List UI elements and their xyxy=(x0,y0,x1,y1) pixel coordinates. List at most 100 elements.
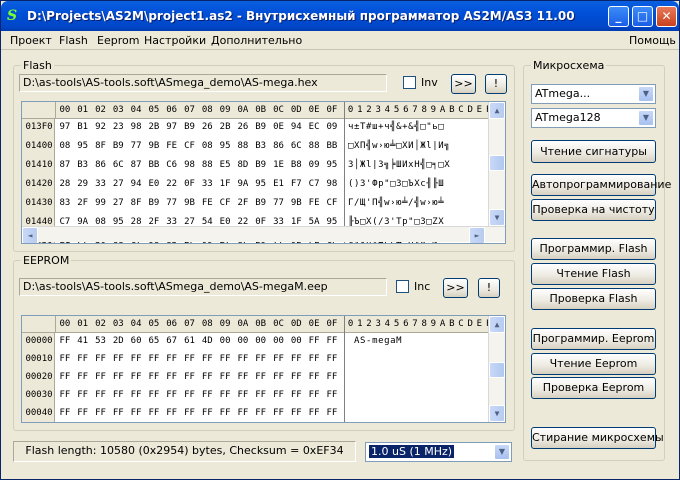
hex-byte[interactable]: FF xyxy=(56,372,74,382)
program-flash-button[interactable]: Программир. Flash xyxy=(531,238,656,260)
hex-byte[interactable]: B3 xyxy=(74,160,92,170)
hex-byte[interactable]: E5 xyxy=(216,160,234,170)
hex-byte[interactable]: FF xyxy=(92,408,110,418)
hex-byte[interactable]: B1 xyxy=(74,122,92,132)
scroll-down-icon[interactable]: ▼ xyxy=(489,405,505,422)
flash-hex-grid[interactable]: 00 01 02 03 04 05 06 07 08 09 0A 0B 0C 0D 0E 0F 0 1 2 3 4 5 6 7… xyxy=(21,101,506,244)
hex-byte[interactable]: FF xyxy=(198,354,216,364)
ascii-text[interactable]: Г/Щ'П╣w›ю╧/╣w›ю╧ xyxy=(348,198,444,208)
hex-byte[interactable]: 09 xyxy=(305,160,323,170)
scroll-up-icon[interactable]: ▲ xyxy=(489,316,505,333)
hex-byte[interactable]: 1F xyxy=(216,179,234,189)
hex-byte[interactable]: FF xyxy=(323,390,341,400)
hex-byte[interactable]: 2D xyxy=(109,336,127,346)
hex-byte[interactable]: 09 xyxy=(323,122,341,132)
table-row[interactable]: 01410 87 B3 86 6C 87 BB C6 98 88 E5 8D B9 1E B8 09 95 З│Ж… xyxy=(22,157,488,176)
hex-byte[interactable]: FF xyxy=(74,372,92,382)
table-row[interactable]: 01420 28 29 33 27 94 E0 22 0F 33 1F 9A 95 E1 F7 C7 98 ()3… xyxy=(22,176,488,195)
hex-byte[interactable]: FF xyxy=(163,408,181,418)
hex-byte[interactable]: FF xyxy=(287,372,305,382)
hex-byte[interactable]: 41 xyxy=(74,336,92,346)
read-eeprom-button[interactable]: Чтение Eeprom xyxy=(531,353,656,375)
hex-byte[interactable]: FE xyxy=(198,198,216,208)
hex-byte[interactable]: FF xyxy=(216,408,234,418)
hex-byte[interactable]: 00 xyxy=(287,336,305,346)
flash-excl-button[interactable]: ! xyxy=(485,74,507,94)
hex-byte[interactable]: FF xyxy=(181,390,199,400)
inc-checkbox[interactable] xyxy=(396,280,409,293)
table-row[interactable]: 00030 FF FF FF FF FF FF FF FF FF FF FF FF FF FF FF FF xyxy=(22,387,488,406)
hex-byte[interactable]: FF xyxy=(92,390,110,400)
erase-chip-button[interactable]: Стирание микросхемы xyxy=(531,427,664,449)
hex-byte[interactable]: FF xyxy=(56,336,74,346)
hex-byte[interactable]: 28 xyxy=(56,179,74,189)
scroll-thumb[interactable] xyxy=(489,362,505,378)
vertical-scrollbar[interactable]: ▲ ▼ xyxy=(488,102,505,226)
eeprom-forward-button[interactable]: >> xyxy=(443,278,468,298)
hex-byte[interactable]: BB xyxy=(145,160,163,170)
hex-byte[interactable]: FF xyxy=(234,390,252,400)
hex-byte[interactable]: FF xyxy=(234,408,252,418)
hex-byte[interactable]: CF xyxy=(323,198,341,208)
hex-byte[interactable]: FF xyxy=(56,408,74,418)
hex-byte[interactable]: 95 xyxy=(323,160,341,170)
hex-byte[interactable]: FF xyxy=(323,336,341,346)
eeprom-excl-button[interactable]: ! xyxy=(478,278,500,298)
hex-byte[interactable]: CF xyxy=(181,141,199,151)
chevron-down-icon[interactable]: ▼ xyxy=(494,444,510,460)
menu-flash[interactable]: Flash xyxy=(59,34,88,47)
menu-help[interactable]: Помощь xyxy=(629,34,676,47)
hex-byte[interactable]: FF xyxy=(145,372,163,382)
close-button[interactable]: ✕ xyxy=(656,6,677,27)
menu-settings[interactable]: Настройки xyxy=(144,34,206,47)
hex-byte[interactable]: FF xyxy=(252,390,270,400)
hex-byte[interactable]: 00 xyxy=(234,336,252,346)
hex-byte[interactable]: 2B xyxy=(216,122,234,132)
hex-byte[interactable]: 9B xyxy=(181,198,199,208)
hex-byte[interactable]: B9 xyxy=(252,122,270,132)
menu-project[interactable]: Проект xyxy=(10,34,52,47)
read-signature-button[interactable]: Чтение сигнатуры xyxy=(531,140,656,163)
hex-byte[interactable]: FF xyxy=(305,336,323,346)
hex-byte[interactable]: B9 xyxy=(252,160,270,170)
hex-byte[interactable]: B9 xyxy=(145,198,163,208)
vertical-scrollbar[interactable]: ▲ ▼ xyxy=(488,316,505,422)
hex-byte[interactable]: 65 xyxy=(145,336,163,346)
menu-advanced[interactable]: Дополнительно xyxy=(211,34,302,47)
hex-byte[interactable]: 6C xyxy=(287,141,305,151)
table-row[interactable]: 01400 08 95 8F B9 77 9B FE CF 08 95 88 B3 86 6C 88 BB □ХП… xyxy=(22,138,488,157)
hex-byte[interactable]: FF xyxy=(145,354,163,364)
hex-byte[interactable]: 00 xyxy=(270,336,288,346)
hex-byte[interactable]: 88 xyxy=(234,141,252,151)
hex-byte[interactable]: 87 xyxy=(127,160,145,170)
blank-check-button[interactable]: Проверка на чистоту xyxy=(531,199,656,221)
hex-byte[interactable]: FF xyxy=(305,354,323,364)
flash-path-field[interactable]: D:\as-tools\AS-tools.soft\ASmega_demo\AS… xyxy=(19,74,387,92)
hex-byte[interactable]: 33 xyxy=(92,179,110,189)
hex-byte[interactable]: FF xyxy=(287,408,305,418)
read-flash-button[interactable]: Чтение Flash xyxy=(531,263,656,285)
table-row[interactable]: 00000 FF 41 53 2D 60 65 67 61 4D 00 00 00 00 00 FF FF AS… xyxy=(22,333,488,352)
chip-family-select[interactable]: ATmega... ▼ xyxy=(531,84,656,104)
hex-byte[interactable]: 2F xyxy=(234,198,252,208)
hex-byte[interactable]: FF xyxy=(270,390,288,400)
hex-byte[interactable]: FF xyxy=(287,354,305,364)
hex-byte[interactable]: FF xyxy=(92,354,110,364)
ascii-text[interactable]: ()3'Фр"□3□ЪХс╢╟Ш xyxy=(348,179,444,189)
hex-byte[interactable]: 9B xyxy=(287,198,305,208)
hex-byte[interactable]: 2B xyxy=(145,122,163,132)
hex-byte[interactable]: B9 xyxy=(181,122,199,132)
hex-byte[interactable]: 98 xyxy=(323,179,341,189)
hex-byte[interactable]: FF xyxy=(109,408,127,418)
eeprom-hex-grid[interactable]: 00 01 02 03 04 05 06 07 08 09 0A 0B 0C 0D 0E 0F 0 1 2 3 4 5 6 7… xyxy=(21,315,506,423)
hex-byte[interactable]: FF xyxy=(252,408,270,418)
flash-forward-button[interactable]: >> xyxy=(451,74,476,94)
hex-byte[interactable]: F7 xyxy=(287,179,305,189)
scroll-left-icon[interactable]: ◄ xyxy=(22,227,38,243)
hex-byte[interactable]: 86 xyxy=(92,160,110,170)
scroll-up-icon[interactable]: ▲ xyxy=(489,102,505,119)
table-row[interactable]: 013F0 97 B1 92 23 98 2B 97 B9 26 2B 26 B9 0E 94 EC 09 ч±T… xyxy=(22,119,488,138)
hex-byte[interactable]: 87 xyxy=(56,160,74,170)
minimize-button[interactable]: _ xyxy=(608,6,629,27)
hex-byte[interactable]: 8F xyxy=(127,198,145,208)
